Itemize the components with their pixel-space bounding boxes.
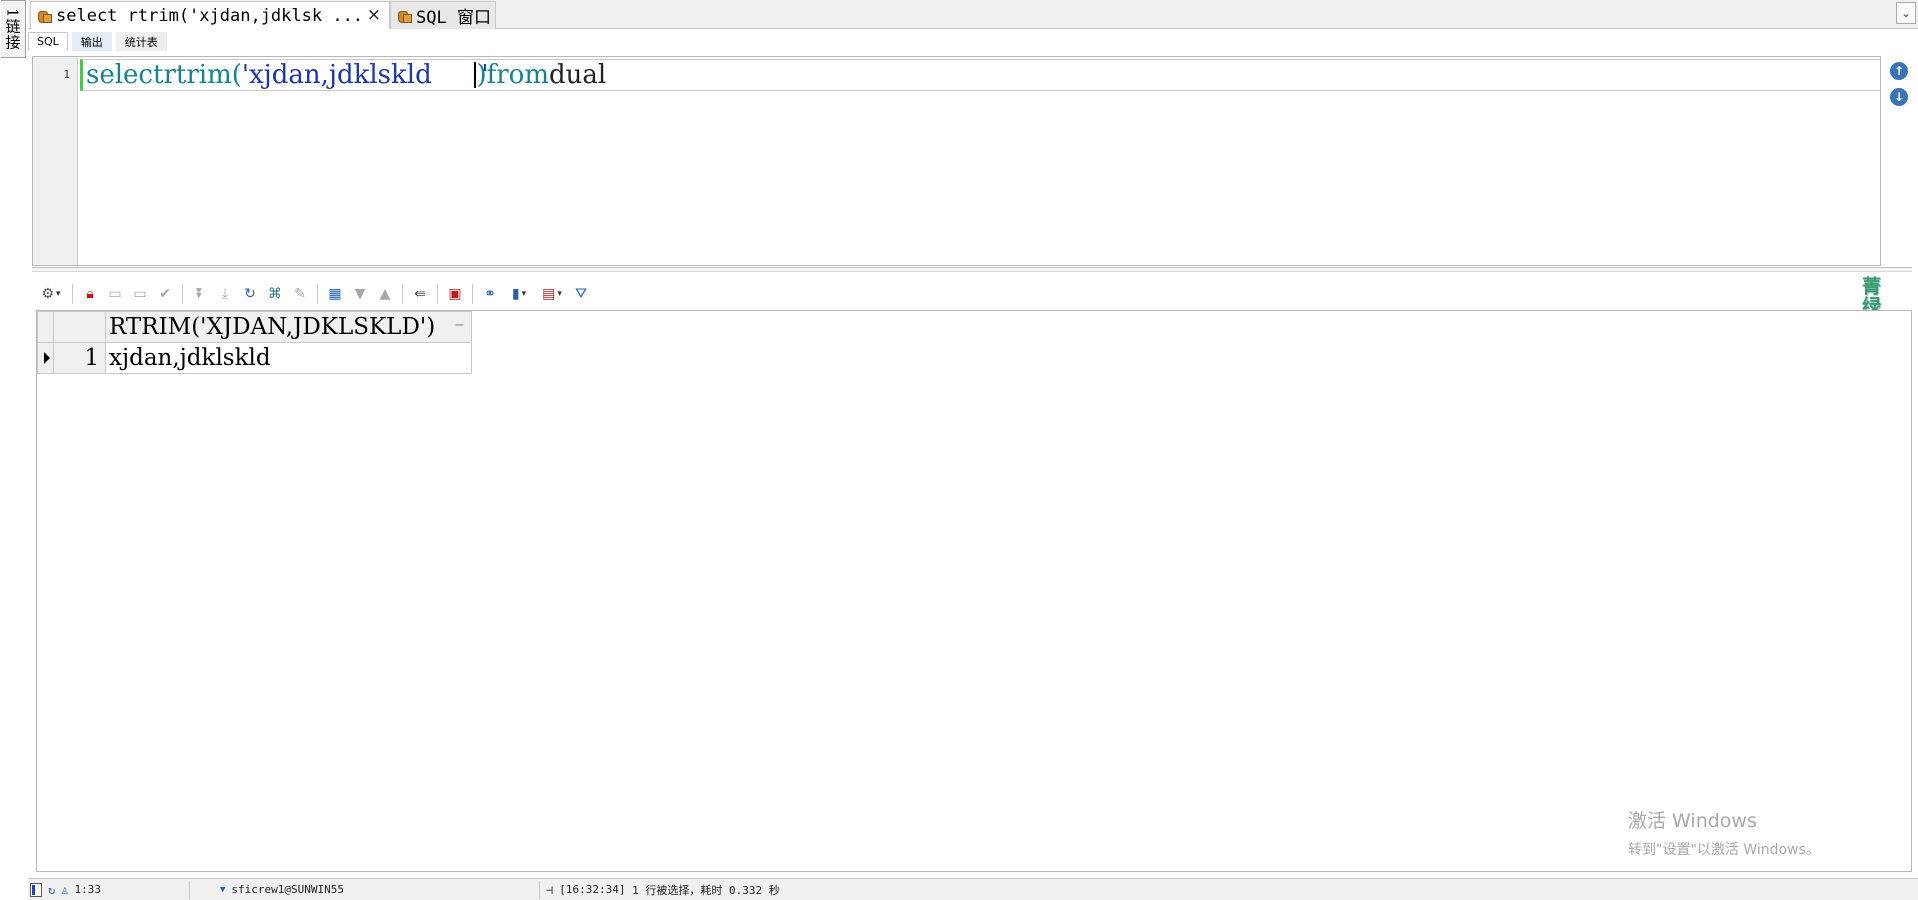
find-binoculars-icon[interactable]: ⌘ <box>264 283 286 305</box>
grid-header-row: RTRIM('XJDAN,JDKLSKLD') − <box>37 311 472 343</box>
status-connection[interactable]: ▼ sficrew1@SUNWIN55 <box>190 880 540 899</box>
sql-function: rtrim( <box>163 60 242 90</box>
fetch-last-icon[interactable]: ⤓ <box>214 283 236 305</box>
grid-rownum-header <box>53 311 106 343</box>
cursor-position: 1:33 <box>74 883 101 896</box>
document-tab-bar: select rtrim('xjdan,jdklsk ... × SQL 窗口 … <box>28 0 1918 29</box>
row-indicator <box>37 342 54 374</box>
next-record-icon[interactable]: ▼ <box>349 283 371 305</box>
tab-sql[interactable]: SQL <box>28 32 68 51</box>
toolbar-separator <box>72 284 73 304</box>
toolbar-separator <box>182 284 183 304</box>
export-query-icon[interactable]: ⇚ <box>409 283 431 305</box>
pane-splitter[interactable] <box>32 267 1912 272</box>
column-header[interactable]: RTRIM('XJDAN,JDKLSKLD') − <box>105 311 472 343</box>
line-gutter: 1 <box>33 57 78 265</box>
link-query-icon[interactable]: ⚭ <box>479 283 501 305</box>
toolbar-separator <box>472 284 473 304</box>
code-line-current[interactable]: select rtrim('xjdan,jdklskld ') from dua… <box>80 59 1880 91</box>
tab-list-chevron-down-icon[interactable]: ⌄ <box>1896 2 1916 24</box>
refresh-icon[interactable]: ↻ <box>48 883 55 897</box>
sql-table-name: dual <box>548 60 607 90</box>
tab-label: SQL 窗口 <box>416 8 491 28</box>
filter-icon[interactable]: ⛛ <box>570 283 592 305</box>
chart-icon[interactable]: ▮ <box>504 283 534 305</box>
activation-title: 激活 Windows <box>1628 810 1757 832</box>
grid-corner <box>37 311 54 343</box>
close-icon[interactable]: × <box>367 5 381 25</box>
table-cell[interactable]: xjdan,jdklskld <box>105 342 472 374</box>
status-message: ⊣ [16:32:34] 1 行被选择，耗时 0.332 秒 <box>540 881 786 899</box>
post-changes-icon[interactable]: ✔ <box>154 283 176 305</box>
fetch-next-icon[interactable]: ⏬︎ <box>189 283 211 305</box>
editor-nav-buttons: ↑ ↓ <box>1890 62 1908 106</box>
editor-sub-tabs: SQL 输出 统计表 <box>28 32 167 52</box>
previous-record-icon[interactable]: ▲ <box>374 283 396 305</box>
column-header-label: RTRIM('XJDAN,JDKLSKLD') <box>109 314 436 340</box>
single-record-view-icon[interactable]: ▦ <box>324 283 346 305</box>
insert-record-icon[interactable]: ▭ <box>104 283 126 305</box>
sort-icon[interactable]: − <box>454 318 465 333</box>
arrow-down-icon[interactable]: ↓ <box>1890 88 1908 106</box>
status-text: 1 行被选择，耗时 0.332 秒 <box>632 883 780 897</box>
user-icon: ♙ <box>61 882 69 897</box>
sql-editor[interactable]: 1 select rtrim('xjdan,jdklskld ') from d… <box>32 56 1881 266</box>
sql-keyword: select <box>86 60 164 90</box>
connection-side-tab[interactable]: 1链接 <box>1 0 26 58</box>
progress-indicator <box>30 882 42 897</box>
table-row[interactable]: 1 xjdan,jdklskld <box>37 342 472 374</box>
result-grid[interactable]: RTRIM('XJDAN,JDKLSKLD') − 1 xjdan,jdklsk… <box>36 310 1912 872</box>
arrow-up-icon[interactable]: ↑ <box>1890 62 1908 80</box>
toolbar-separator <box>317 284 318 304</box>
toolbar-separator <box>437 284 438 304</box>
left-panel-strip: 1链接 <box>0 0 28 900</box>
connection-dropdown-icon[interactable]: ▼ <box>220 885 225 895</box>
grid-toolbar: ⚙ 🔒︎ ▭ ▭ ✔ ⏬︎ ⤓ ↻ ⌘ ✎ ▦ ▼ ▲ ⇚ ▣ ⚭ ▮ ▤ ⛛ <box>36 282 592 306</box>
status-position: ↻ ♙ 1:33 <box>42 880 190 899</box>
connection-tab-label: 1链接 <box>3 7 22 51</box>
sql-string-literal: 'xjdan,jdklskld ' <box>241 60 489 90</box>
sql-paren: ) <box>476 60 487 90</box>
sql-keyword: from <box>486 60 549 90</box>
lock-icon[interactable]: 🔒︎ <box>79 283 101 305</box>
grid-options-icon[interactable]: ⚙ <box>36 283 66 305</box>
current-row-arrow-icon <box>44 352 50 364</box>
clear-eraser-icon[interactable]: ✎ <box>289 283 311 305</box>
tab-sql-window[interactable]: SQL 窗口 <box>390 1 496 29</box>
save-icon[interactable]: ▣ <box>444 283 466 305</box>
windows-activation-watermark: 激活 Windows 转到"设置"以激活 Windows。 <box>1628 806 1820 859</box>
sql-window-icon <box>397 9 412 23</box>
result-table: RTRIM('XJDAN,JDKLSKLD') − 1 xjdan,jdklsk… <box>37 311 472 374</box>
tab-label: select rtrim('xjdan,jdklsk ... <box>56 5 364 26</box>
row-number: 1 <box>53 342 106 374</box>
tab-sql-query[interactable]: select rtrim('xjdan,jdklsk ... × <box>30 1 390 29</box>
delete-record-icon[interactable]: ▭ <box>129 283 151 305</box>
toolbar-separator <box>402 284 403 304</box>
sql-window-icon <box>37 9 52 23</box>
export-grid-icon[interactable]: ▤ <box>537 283 567 305</box>
pin-icon[interactable]: ⊣ <box>546 883 553 897</box>
status-timestamp: [16:32:34] <box>559 883 626 896</box>
tab-statistics[interactable]: 统计表 <box>115 32 167 51</box>
activation-subtitle: 转到"设置"以激活 Windows。 <box>1628 842 1820 858</box>
line-number: 1 <box>63 68 70 81</box>
connection-name: sficrew1@SUNWIN55 <box>231 883 345 896</box>
refresh-icon[interactable]: ↻ <box>239 283 261 305</box>
tab-output[interactable]: 输出 <box>71 32 112 51</box>
status-bar: ↻ ♙ 1:33 ▼ sficrew1@SUNWIN55 ⊣ [16:32:34… <box>28 878 1918 900</box>
